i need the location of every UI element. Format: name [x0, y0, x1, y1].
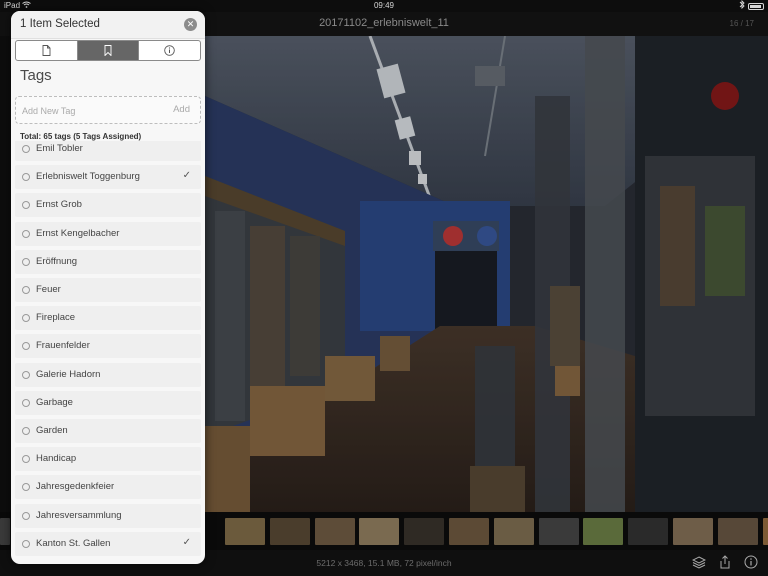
thumbnail[interactable]: [717, 518, 758, 545]
radio-circle-icon: [22, 286, 30, 294]
thumbnail[interactable]: [404, 518, 445, 545]
close-icon[interactable]: ✕: [184, 18, 197, 31]
info-icon: [164, 45, 175, 56]
tag-list-item[interactable]: Fireplace: [15, 306, 201, 331]
radio-circle-icon: [22, 483, 30, 492]
document-icon: [42, 45, 51, 56]
thumbnail[interactable]: [359, 518, 400, 545]
tag-list-item[interactable]: Jahresgedenkfeier: [15, 475, 201, 500]
bookmark-icon: [104, 45, 112, 56]
tag-list-item[interactable]: Erlebniswelt Toggenburg ✓: [15, 165, 201, 190]
tag-label: Fireplace: [36, 312, 76, 324]
thumbnail[interactable]: [314, 518, 355, 545]
radio-circle-icon: [22, 342, 30, 351]
info-icon[interactable]: [744, 555, 758, 569]
tag-label: Garden: [36, 425, 68, 436]
checkmark-icon: ✓: [182, 170, 191, 182]
tag-list-item[interactable]: Emil Tobler: [15, 141, 201, 161]
share-icon[interactable]: [718, 555, 732, 569]
section-title: Tags: [20, 67, 52, 84]
add-tag-input[interactable]: [22, 104, 162, 118]
panel-tabs: [15, 40, 201, 61]
tag-list-item[interactable]: Frauenfelder: [15, 334, 201, 359]
thumbnail[interactable]: [493, 518, 534, 545]
tag-label: Emil Tobler: [36, 143, 83, 154]
tag-list-item[interactable]: Kanton St. Gallen ✓: [15, 531, 201, 556]
tag-list-item[interactable]: Jahresversammlung: [15, 503, 201, 528]
tag-label: Eröffnung: [36, 255, 78, 267]
thumbnail[interactable]: [583, 518, 624, 545]
tags-total: Total: 65 tags (5 Tags Assigned): [20, 132, 142, 141]
tag-list-item[interactable]: Garden: [15, 419, 201, 443]
tag-label: Galerie Hadorn: [36, 368, 101, 380]
museum-photo-image: [205, 36, 768, 512]
photo-counter: 16 / 17: [729, 19, 754, 28]
radio-circle-icon: [22, 398, 30, 407]
tab-info[interactable]: [139, 41, 200, 60]
tag-list-item[interactable]: Ernst Grob: [15, 193, 201, 218]
tag-list-item[interactable]: Garbage: [15, 390, 201, 415]
radio-circle-icon: [22, 201, 30, 210]
radio-circle-icon: [22, 314, 30, 323]
radio-circle-icon: [22, 511, 30, 520]
add-tag-box: Add: [15, 96, 201, 124]
radio-circle-icon: [22, 173, 30, 182]
tag-label: Jahresversammlung: [36, 509, 122, 521]
thumbnail[interactable]: [673, 518, 713, 545]
radio-circle-icon: [22, 539, 30, 548]
tag-label: Ernst Kengelbacher: [36, 227, 120, 239]
tab-document[interactable]: [16, 41, 78, 60]
panel-title: 1 Item Selected: [20, 18, 100, 30]
screen: iPad 09:49 20171102_erlebniswelt_11 16 /…: [0, 0, 768, 576]
thumbnail[interactable]: [449, 518, 489, 545]
layers-icon[interactable]: [691, 555, 707, 569]
add-tag-button[interactable]: Add: [173, 104, 190, 115]
thumbnail[interactable]: [225, 518, 265, 545]
tag-list-item[interactable]: Handicap: [15, 447, 201, 472]
main-photo[interactable]: [205, 36, 768, 512]
tag-list-item[interactable]: Eröffnung: [15, 249, 201, 274]
tag-label: Feuer: [36, 284, 61, 295]
radio-circle-icon: [22, 145, 30, 153]
panel-header: 1 Item Selected ✕: [11, 11, 205, 39]
radio-circle-icon: [22, 370, 30, 379]
thumbnail[interactable]: [0, 518, 10, 545]
radio-circle-icon: [22, 427, 30, 435]
thumbnail[interactable]: [628, 518, 669, 545]
radio-circle-icon: [22, 257, 30, 266]
tag-label: Handicap: [36, 453, 77, 465]
tags-panel: 1 Item Selected ✕ Tags Add Total: 65 tag…: [11, 11, 205, 564]
thumbnail[interactable]: [762, 518, 768, 545]
tag-label: Frauenfelder: [36, 340, 90, 352]
tag-label: Erlebniswelt Toggenburg: [36, 171, 140, 183]
checkmark-icon: ✓: [182, 536, 191, 548]
tags-list: Emil Tobler Erlebniswelt Toggenburg ✓ Ernst…: [11, 141, 205, 564]
tag-list-item[interactable]: Ernst Kengelbacher: [15, 221, 201, 246]
tag-list-item[interactable]: Feuer: [15, 278, 201, 302]
thumbnail[interactable]: [538, 518, 579, 545]
battery-icon: [748, 3, 764, 10]
tag-label: Kanton St. Gallen: [36, 537, 111, 549]
tab-tags[interactable]: [77, 41, 140, 60]
thumbnail[interactable]: [269, 518, 310, 545]
tag-label: Jahresgedenkfeier: [36, 481, 115, 493]
tag-list-item[interactable]: Galerie Hadorn: [15, 362, 201, 387]
radio-circle-icon: [22, 229, 30, 238]
tag-label: Garbage: [36, 396, 73, 408]
tag-label: Ernst Grob: [36, 199, 82, 211]
radio-circle-icon: [22, 455, 30, 464]
